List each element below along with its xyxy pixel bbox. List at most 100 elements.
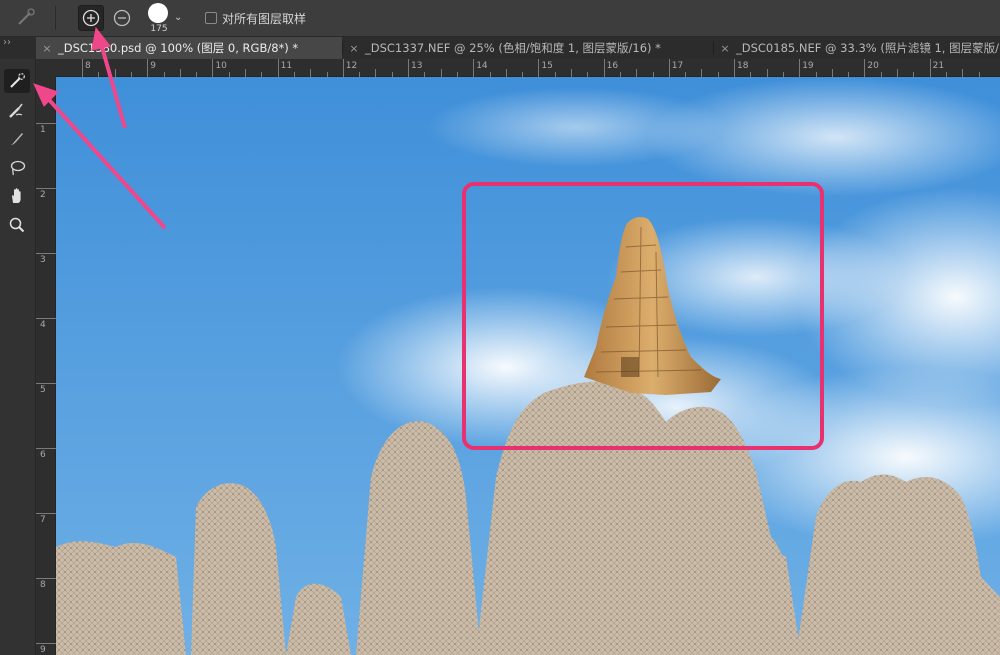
- ruler-minor-tick: [766, 69, 768, 77]
- ruler-label: 19: [802, 61, 814, 71]
- ruler-tick: [342, 59, 344, 77]
- ruler-tick: [36, 253, 56, 254]
- sample-all-layers-label[interactable]: 对所有图层取样: [222, 10, 306, 27]
- ruler-tick: [212, 59, 214, 77]
- close-icon[interactable]: ×: [343, 38, 365, 59]
- quick-selection-brush-icon[interactable]: [14, 7, 38, 29]
- ruler-tick: [799, 59, 801, 77]
- ruler-minor-tick: [245, 69, 246, 77]
- ruler-tick: [277, 59, 279, 77]
- ruler-tick: [36, 513, 56, 514]
- ruler-label: 14: [476, 61, 488, 71]
- chevron-down-icon[interactable]: ⌄: [174, 12, 182, 23]
- ruler-minor-tick: [114, 69, 116, 77]
- ruler-tick: [864, 59, 866, 77]
- ruler-tick: [473, 59, 475, 77]
- ruler-label: 11: [280, 61, 293, 71]
- brush-size-value: 175: [150, 24, 168, 34]
- ruler-tick: [668, 59, 670, 77]
- lasso-icon: [10, 160, 26, 176]
- ruler-tick: [36, 318, 56, 319]
- ruler-label: 21: [932, 61, 945, 71]
- ruler-minor-tick: [375, 69, 377, 77]
- ruler-minor-tick: [440, 69, 442, 77]
- ruler-minor-tick: [701, 69, 703, 77]
- tab-label: _DSC1337.NEF @ 25% (色相/饱和度 1, 图层蒙版/16) *: [365, 41, 661, 55]
- ruler-minor-tick: [831, 69, 833, 77]
- vertical-ruler[interactable]: 1 2 3 4 5 6 7 8 9: [36, 77, 56, 655]
- ruler-minor-tick: [310, 69, 312, 77]
- hand-icon: [12, 188, 21, 203]
- refine-edge-brush-icon: [9, 103, 23, 118]
- ruler-label: 5: [40, 385, 46, 395]
- ruler-minor-tick: [636, 69, 638, 77]
- divider: [55, 6, 56, 30]
- ruler-tick: [36, 383, 56, 384]
- close-icon[interactable]: ×: [36, 38, 58, 59]
- ruler-tick: [408, 59, 409, 77]
- ruler-corner: [36, 59, 56, 77]
- ruler-tick: [36, 448, 56, 449]
- ruler-tick: [36, 188, 56, 189]
- ruler-label: 7: [40, 515, 46, 525]
- ruler-label: 18: [737, 61, 749, 71]
- hand-tool[interactable]: [4, 184, 30, 208]
- ruler-tick: [929, 59, 931, 77]
- ruler-tick: [147, 59, 149, 77]
- ruler-label: 13: [411, 61, 423, 71]
- document-tab-bar: × _DSC1380.psd @ 100% (图层 0, RGB/8*) * × _…: [36, 37, 1000, 59]
- ruler-tick: [36, 643, 56, 644]
- ruler-label: 8: [40, 580, 46, 590]
- quick-selection-icon: [10, 73, 25, 88]
- brush-preview[interactable]: [148, 3, 168, 23]
- ruler-minor-tick: [571, 69, 572, 77]
- tab-label: _DSC1380.psd @ 100% (图层 0, RGB/8*) *: [58, 41, 299, 55]
- tab-label: _DSC0185.NEF @ 33.3% (照片滤镜 1, 图层蒙版/16) *: [736, 41, 1000, 55]
- ruler-tick: [36, 578, 56, 579]
- refine-edge-brush-tool[interactable]: [4, 99, 30, 123]
- ruler-minor-tick: [897, 69, 898, 77]
- ruler-minor-tick: [962, 69, 964, 77]
- photo-angkor-temple: [56, 77, 1000, 655]
- options-bar: 175 ⌄ 对所有图层取样: [0, 0, 1000, 37]
- ruler-tick: [734, 59, 735, 77]
- tab-dsc1380[interactable]: × _DSC1380.psd @ 100% (图层 0, RGB/8*) *: [36, 37, 342, 59]
- ruler-minor-tick: [505, 69, 507, 77]
- tools-panel: [0, 59, 36, 655]
- subtract-from-selection-icon: [113, 9, 131, 27]
- ruler-label: 20: [867, 61, 879, 71]
- ruler-tick: [603, 59, 605, 77]
- ruler-label: 3: [40, 255, 46, 265]
- ruler-tick: [82, 59, 83, 77]
- add-to-selection-button[interactable]: [78, 5, 104, 31]
- add-to-selection-icon: [82, 9, 100, 27]
- zoom-tool[interactable]: [4, 213, 30, 237]
- collapse-panels-icon[interactable]: ››: [0, 37, 36, 59]
- ruler-label: 8: [85, 61, 91, 71]
- ruler-label: 15: [541, 61, 553, 71]
- ruler-label: 9: [150, 61, 156, 71]
- ruler-minor-tick: [179, 69, 181, 77]
- brush-tool[interactable]: [4, 127, 30, 151]
- ruler-label: 6: [40, 450, 46, 460]
- ruler-label: 10: [215, 61, 227, 71]
- zoom-icon: [9, 217, 25, 233]
- ruler-tick: [538, 59, 540, 77]
- horizontal-ruler[interactable]: 8 9 10 11 12 13 14 15 16 17 18 19 20 21: [56, 59, 1000, 77]
- ruler-label: 16: [606, 61, 619, 71]
- ruler-tick: [36, 123, 56, 124]
- close-icon[interactable]: ×: [714, 38, 736, 59]
- ruler-label: 2: [40, 190, 46, 200]
- subtract-from-selection-button[interactable]: [109, 5, 135, 31]
- ruler-label: 9: [40, 645, 46, 655]
- ruler-label: 1: [40, 125, 46, 135]
- lasso-tool[interactable]: [4, 156, 30, 180]
- sample-all-layers-checkbox[interactable]: [205, 12, 217, 24]
- tab-dsc0185[interactable]: × _DSC0185.NEF @ 33.3% (照片滤镜 1, 图层蒙版/16) …: [714, 37, 1000, 59]
- ruler-label: 17: [671, 61, 684, 71]
- tab-dsc1337[interactable]: × _DSC1337.NEF @ 25% (色相/饱和度 1, 图层蒙版/16) …: [343, 37, 713, 59]
- document-canvas[interactable]: [56, 77, 1000, 655]
- brush-icon: [11, 133, 23, 145]
- quick-selection-tool[interactable]: [4, 69, 30, 93]
- ruler-label: 12: [345, 61, 358, 71]
